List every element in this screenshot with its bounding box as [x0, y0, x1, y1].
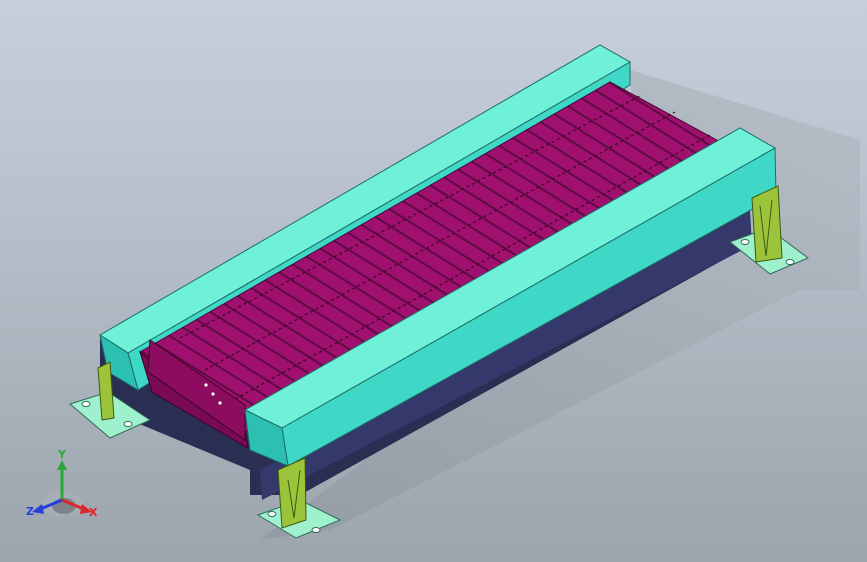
foot-hole-1	[267, 511, 277, 517]
y-axis-arrow	[57, 460, 67, 470]
view-orientation-triad: Y X Z	[26, 448, 98, 519]
cad-viewport[interactable]: Y X Z	[0, 0, 867, 562]
chain-bolt-1	[204, 383, 208, 387]
bracket-front-left	[277, 457, 307, 529]
foot-hole-5	[81, 401, 91, 407]
y-axis-label: Y	[57, 448, 67, 461]
chain-bolt-2	[211, 392, 215, 396]
z-axis-label: Z	[26, 505, 34, 518]
foot-hole-2	[311, 527, 321, 533]
foot-hole-6	[123, 421, 133, 427]
chain-bolt-3	[218, 401, 222, 405]
conveyor-model[interactable]	[0, 0, 867, 562]
foot-hole-4	[785, 259, 795, 265]
foot-hole-3	[740, 239, 750, 245]
x-axis-label: X	[89, 506, 98, 519]
